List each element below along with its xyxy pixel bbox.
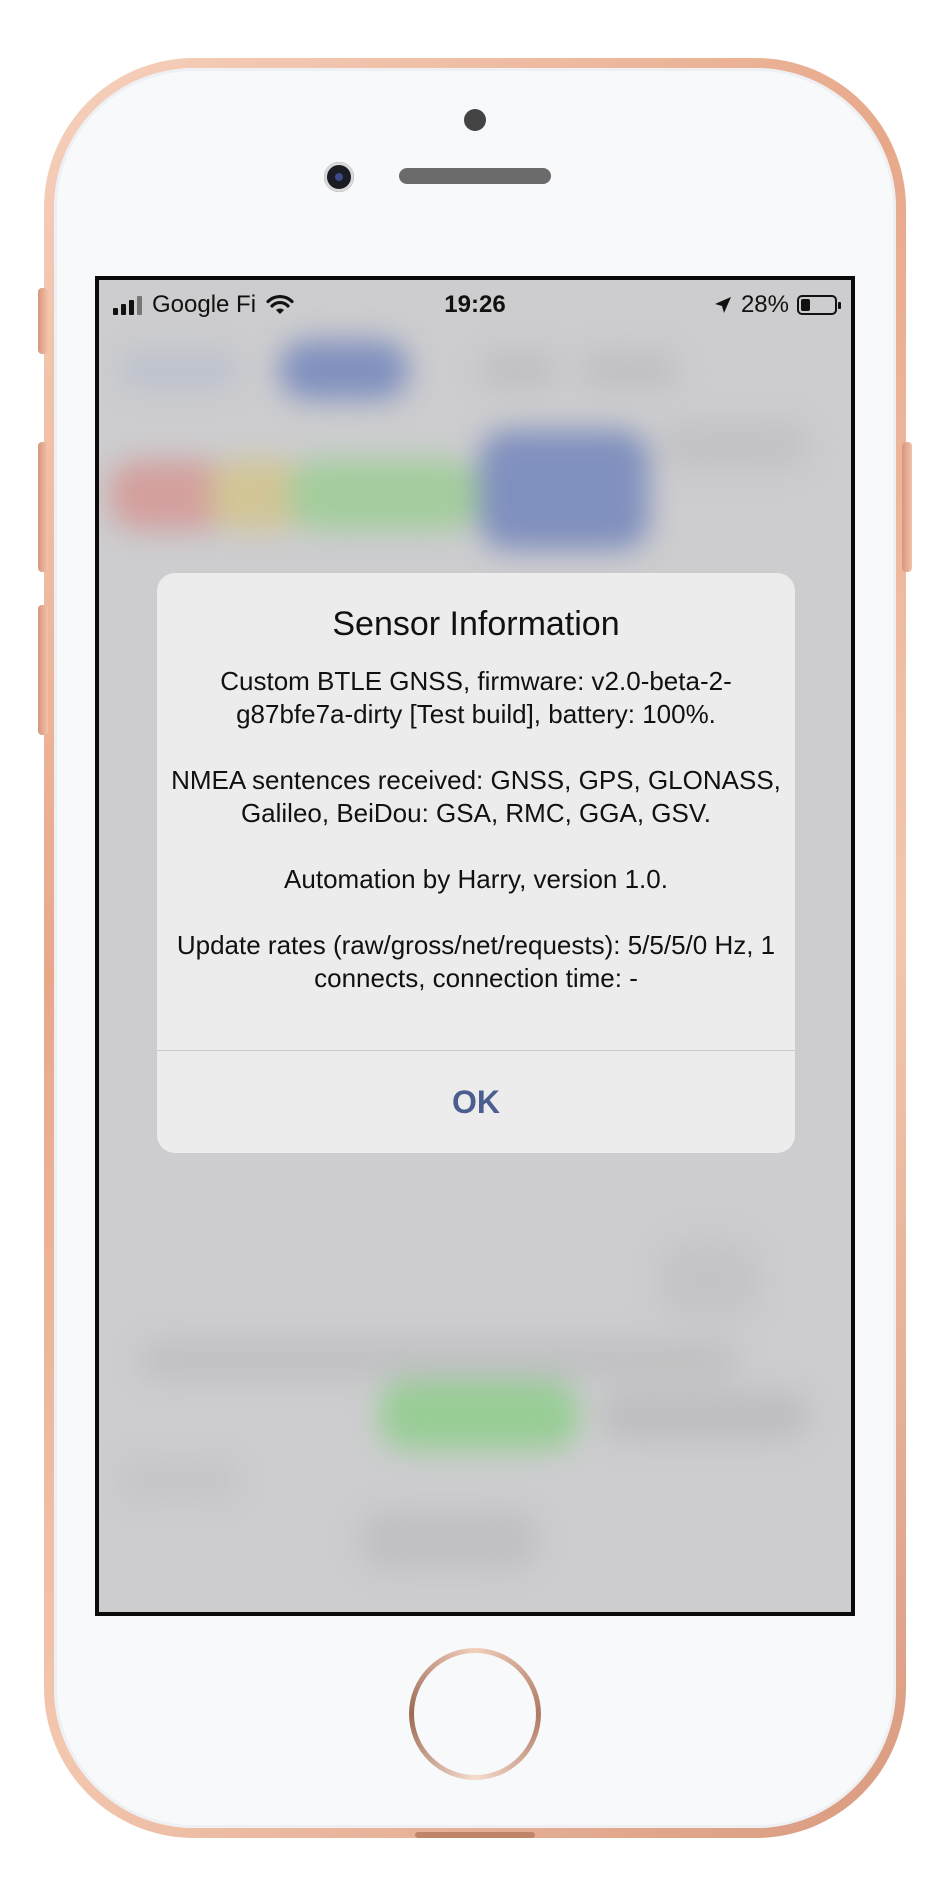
volume-up-button	[38, 442, 48, 572]
bottom-edge-detail	[415, 1832, 535, 1838]
alert-title: Sensor Information	[332, 605, 620, 643]
earpiece-speaker	[399, 168, 551, 184]
ok-button[interactable]: OK	[157, 1051, 795, 1153]
sensor-info-alert: Sensor Information Custom BTLE GNSS, fir…	[157, 573, 795, 1153]
power-button	[902, 442, 912, 572]
alert-paragraph-update-rates: Update rates (raw/gross/net/requests): 5…	[176, 930, 776, 993]
alert-paragraph-nmea: NMEA sentences received: GNSS, GPS, GLON…	[171, 765, 781, 828]
volume-down-button	[38, 605, 48, 735]
battery-icon	[797, 295, 841, 315]
location-arrow-icon	[714, 297, 731, 313]
home-button[interactable]	[409, 1648, 541, 1780]
alert-message: Custom BTLE GNSS, firmware: v2.0-beta-2-…	[171, 665, 781, 995]
mute-switch	[38, 288, 48, 354]
proximity-sensor	[464, 109, 486, 131]
battery-percent: 28%	[740, 291, 789, 318]
alert-paragraph-automation: Automation by Harry, version 1.0.	[284, 864, 668, 894]
front-camera-icon	[324, 162, 354, 192]
alert-paragraph-firmware: Custom BTLE GNSS, firmware: v2.0-beta-2-…	[220, 666, 732, 729]
status-bar: Google Fi 19:26 28%	[99, 280, 851, 330]
